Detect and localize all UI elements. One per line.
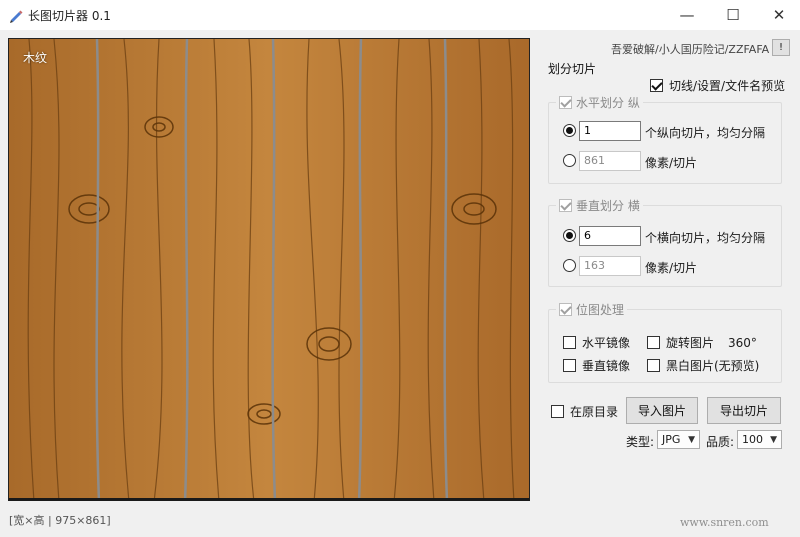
close-button[interactable]: ✕: [756, 0, 800, 30]
author-link[interactable]: 吾爱破解/小人国历险记/ZZFAFA: [611, 41, 769, 57]
horizontal-split-legend[interactable]: 水平划分 纵: [556, 94, 643, 111]
horizontal-pixel-radio[interactable]: [563, 154, 576, 167]
bitmap-checkbox[interactable]: [559, 303, 572, 316]
chevron-down-icon: ▼: [688, 434, 695, 445]
vertical-count-input[interactable]: 6: [579, 226, 641, 246]
quality-select[interactable]: 100 ▼: [737, 430, 782, 449]
vertical-split-checkbox[interactable]: [559, 199, 572, 212]
horizontal-split-label: 水平划分 纵: [576, 96, 640, 110]
quality-label: 品质:: [706, 435, 735, 449]
vertical-pixel-label: 像素/切片: [645, 261, 698, 275]
horizontal-count-input[interactable]: 1: [579, 121, 641, 141]
in-source-dir-option[interactable]: 在原目录: [551, 403, 618, 420]
grayscale-label: 黑白图片(无预览): [666, 359, 760, 373]
show-preview-checkbox[interactable]: [650, 79, 663, 92]
horizontal-split-checkbox[interactable]: [559, 96, 572, 109]
pencil-icon: [10, 10, 23, 23]
window-title: 长图切片器 0.1: [28, 9, 111, 23]
vertical-pixel-input[interactable]: 163: [579, 256, 641, 276]
rotate-label: 旋转图片: [666, 336, 715, 350]
vertical-count-label: 个横向切片，均匀分隔: [645, 231, 766, 245]
horizontal-split-group: [548, 102, 782, 184]
show-preview-label: 切线/设置/文件名预览: [669, 79, 786, 93]
panel-title: 划分切片: [548, 62, 597, 76]
quality-select-value: 100: [742, 433, 763, 446]
grayscale-option[interactable]: 黑白图片(无预览): [647, 357, 759, 374]
chevron-down-icon: ▼: [770, 434, 777, 445]
horizontal-pixel-input[interactable]: 861: [579, 151, 641, 171]
type-select-value: JPG: [662, 433, 681, 446]
rotate-option[interactable]: 旋转图片 360°: [647, 334, 757, 351]
grayscale-checkbox[interactable]: [647, 359, 660, 372]
vertical-count-radio[interactable]: [563, 229, 576, 242]
horizontal-count-label: 个纵向切片，均匀分隔: [645, 126, 766, 140]
in-source-dir-checkbox[interactable]: [551, 405, 564, 418]
type-select[interactable]: JPG ▼: [657, 430, 700, 449]
watermark: www.snren.com: [680, 516, 769, 529]
minimize-button[interactable]: —: [664, 0, 710, 30]
type-label: 类型:: [626, 435, 655, 449]
preview-label: 木纹: [23, 51, 48, 65]
vertical-split-label: 垂直划分 横: [576, 199, 640, 213]
v-mirror-checkbox[interactable]: [563, 359, 576, 372]
v-mirror-label: 垂直镜像: [582, 359, 631, 373]
rotate-value: 360°: [728, 335, 757, 350]
import-button[interactable]: 导入图片: [626, 397, 698, 424]
rotate-checkbox[interactable]: [647, 336, 660, 349]
title-bar: 长图切片器 0.1 — ☐ ✕: [0, 0, 800, 30]
h-mirror-checkbox[interactable]: [563, 336, 576, 349]
info-button[interactable]: !: [772, 39, 790, 56]
h-mirror-label: 水平镜像: [582, 336, 631, 350]
v-mirror-option[interactable]: 垂直镜像: [563, 357, 630, 374]
vertical-pixel-radio[interactable]: [563, 259, 576, 272]
maximize-button[interactable]: ☐: [710, 0, 756, 30]
image-size-status: [宽×高 | 975×861]: [9, 514, 111, 527]
export-button[interactable]: 导出切片: [707, 397, 781, 424]
show-preview-option[interactable]: 切线/设置/文件名预览: [650, 77, 785, 94]
h-mirror-option[interactable]: 水平镜像: [563, 334, 630, 351]
wood-image: [9, 39, 529, 498]
bitmap-legend[interactable]: 位图处理: [556, 301, 628, 318]
in-source-dir-label: 在原目录: [570, 405, 619, 419]
vertical-split-legend[interactable]: 垂直划分 横: [556, 197, 643, 214]
horizontal-count-radio[interactable]: [563, 124, 576, 137]
bitmap-label: 位图处理: [576, 303, 625, 317]
image-preview[interactable]: 木纹: [8, 38, 530, 501]
horizontal-pixel-label: 像素/切片: [645, 156, 698, 170]
